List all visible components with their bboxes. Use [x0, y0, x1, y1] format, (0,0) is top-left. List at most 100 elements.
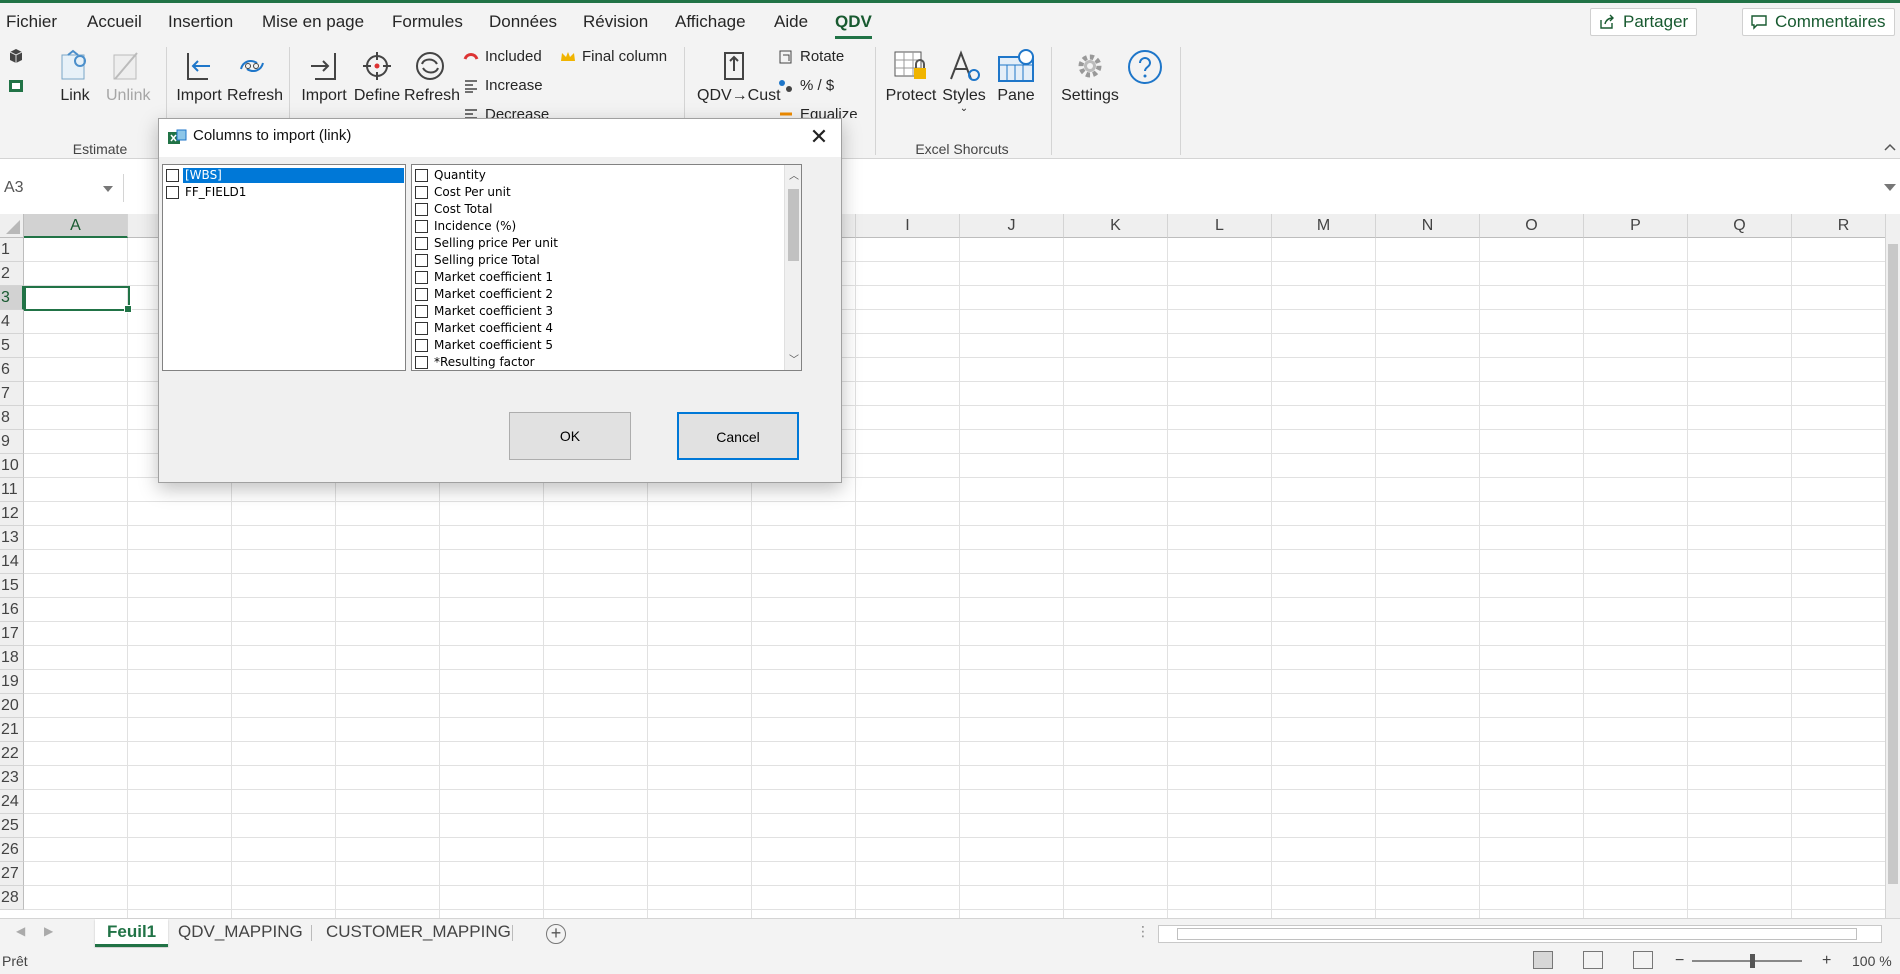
- row-header[interactable]: 4: [0, 310, 24, 334]
- link-button[interactable]: Link: [58, 49, 92, 105]
- sheet-tab-customer-mapping[interactable]: CUSTOMER_MAPPING: [314, 919, 523, 947]
- list-item[interactable]: FF_FIELD1: [164, 184, 404, 201]
- horizontal-scrollbar[interactable]: [1158, 925, 1882, 943]
- increase-button[interactable]: Increase: [463, 75, 543, 97]
- protect-button[interactable]: Protect: [884, 49, 938, 105]
- zoom-in-button[interactable]: +: [1822, 948, 1831, 974]
- list-item[interactable]: Market coefficient 5: [413, 337, 779, 354]
- percent-button[interactable]: % / $: [778, 75, 834, 97]
- scroll-thumb[interactable]: [1177, 928, 1857, 940]
- name-box[interactable]: A3: [0, 174, 124, 202]
- list-item[interactable]: Quantity: [413, 167, 779, 184]
- list-checkbox[interactable]: [415, 186, 428, 199]
- list-item[interactable]: Selling price Per unit: [413, 235, 779, 252]
- left-listbox[interactable]: FF_FIELD1 [WBS]: [162, 164, 406, 371]
- chevron-up-icon[interactable]: ︿: [789, 167, 799, 182]
- tab-qdv[interactable]: QDV: [835, 3, 872, 41]
- help-icon[interactable]: [1127, 49, 1163, 85]
- zoom-slider-thumb[interactable]: [1750, 954, 1755, 968]
- tab-insertion[interactable]: Insertion: [168, 3, 233, 41]
- column-header[interactable]: P: [1584, 214, 1688, 238]
- styles-button[interactable]: Styles ⌄: [940, 49, 988, 114]
- row-header[interactable]: 22: [0, 742, 24, 766]
- list-checkbox[interactable]: [415, 339, 428, 352]
- row-header[interactable]: 21: [0, 718, 24, 742]
- list-item[interactable]: Market coefficient 2: [413, 286, 779, 303]
- tab-mise-en-page[interactable]: Mise en page: [262, 3, 364, 41]
- tab-scroll-left-icon[interactable]: ◀: [16, 924, 25, 938]
- normal-view-button[interactable]: [1533, 951, 1553, 969]
- link-refresh-button[interactable]: Refresh: [404, 49, 460, 105]
- row-header[interactable]: 1: [0, 238, 24, 262]
- list-item[interactable]: Market coefficient 3: [413, 303, 779, 320]
- list-item[interactable]: [WBS]: [164, 167, 404, 184]
- row-header[interactable]: 25: [0, 814, 24, 838]
- pane-button[interactable]: Pane: [994, 49, 1038, 105]
- import-button[interactable]: Import: [175, 49, 223, 105]
- list-checkbox[interactable]: [415, 203, 428, 216]
- row-header[interactable]: 15: [0, 574, 24, 598]
- column-header[interactable]: R: [1792, 214, 1896, 238]
- formula-expand-icon[interactable]: [1884, 184, 1896, 191]
- row-header[interactable]: 13: [0, 526, 24, 550]
- list-item[interactable]: Cost Per unit: [413, 184, 779, 201]
- column-header[interactable]: Q: [1688, 214, 1792, 238]
- final-column-button[interactable]: Final column: [560, 46, 667, 68]
- column-header[interactable]: M: [1272, 214, 1376, 238]
- column-header[interactable]: A: [24, 214, 128, 238]
- splitter-handle-icon[interactable]: ⋮: [1136, 923, 1150, 940]
- row-header[interactable]: 20: [0, 694, 24, 718]
- list-checkbox[interactable]: [415, 220, 428, 233]
- column-header[interactable]: I: [856, 214, 960, 238]
- list-checkbox[interactable]: [415, 288, 428, 301]
- list-item[interactable]: Selling price Total: [413, 252, 779, 269]
- column-header[interactable]: N: [1376, 214, 1480, 238]
- refresh-button[interactable]: Refresh: [227, 49, 283, 105]
- list-checkbox[interactable]: [415, 271, 428, 284]
- select-all-corner[interactable]: [0, 214, 24, 238]
- dialog-titlebar[interactable]: Columns to import (link) ✕: [159, 119, 841, 157]
- close-icon[interactable]: ✕: [805, 124, 833, 152]
- cube-icon[interactable]: [8, 48, 24, 64]
- row-header[interactable]: 2: [0, 262, 24, 286]
- row-header[interactable]: 5: [0, 334, 24, 358]
- list-checkbox[interactable]: [415, 254, 428, 267]
- list-item[interactable]: Market coefficient 4: [413, 320, 779, 337]
- row-header[interactable]: 11: [0, 478, 24, 502]
- chevron-down-icon[interactable]: ﹀: [789, 351, 799, 366]
- list-checkbox[interactable]: [415, 356, 428, 369]
- row-header[interactable]: 17: [0, 622, 24, 646]
- tab-accueil[interactable]: Accueil: [87, 3, 142, 41]
- column-header[interactable]: O: [1480, 214, 1584, 238]
- column-header[interactable]: L: [1168, 214, 1272, 238]
- share-button[interactable]: Partager: [1590, 8, 1698, 36]
- settings-button[interactable]: Settings: [1060, 49, 1120, 105]
- equalize-button[interactable]: Equalize: [778, 104, 858, 118]
- list-checkbox[interactable]: [166, 186, 179, 199]
- included-button[interactable]: Included: [463, 46, 542, 68]
- row-header[interactable]: 26: [0, 838, 24, 862]
- tab-revision[interactable]: Révision: [583, 3, 648, 41]
- row-header[interactable]: 7: [0, 382, 24, 406]
- active-cell[interactable]: [24, 286, 132, 313]
- column-header[interactable]: J: [960, 214, 1064, 238]
- list-checkbox[interactable]: [166, 169, 179, 182]
- row-header[interactable]: 10: [0, 454, 24, 478]
- chevron-down-icon[interactable]: [103, 186, 113, 192]
- cancel-button[interactable]: Cancel: [677, 412, 799, 460]
- row-header[interactable]: 23: [0, 766, 24, 790]
- list-checkbox[interactable]: [415, 322, 428, 335]
- right-listbox[interactable]: *Resulting factor Market coefficient 5 Mar…: [411, 164, 802, 371]
- tab-aide[interactable]: Aide: [774, 3, 808, 41]
- tab-formules[interactable]: Formules: [392, 3, 463, 41]
- vertical-scrollbar[interactable]: [1885, 214, 1900, 918]
- column-header[interactable]: K: [1064, 214, 1168, 238]
- row-header[interactable]: 8: [0, 406, 24, 430]
- sheet-icon[interactable]: [8, 78, 24, 94]
- sheet-tab-feuil1[interactable]: Feuil1: [95, 919, 169, 947]
- tab-donnees[interactable]: Données: [489, 3, 557, 41]
- add-sheet-button[interactable]: +: [546, 924, 566, 944]
- collapse-ribbon-icon[interactable]: [1884, 143, 1896, 151]
- zoom-slider[interactable]: [1692, 960, 1802, 962]
- row-header[interactable]: 16: [0, 598, 24, 622]
